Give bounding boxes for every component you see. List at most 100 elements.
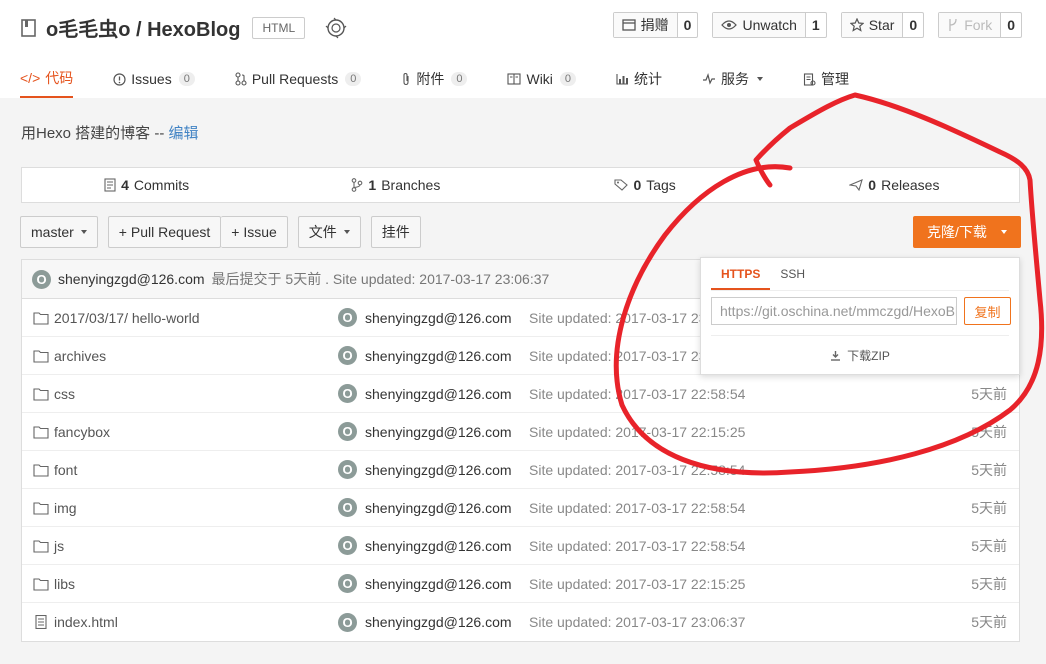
file-name[interactable]: 2017/03/17/ hello-world (54, 310, 200, 326)
copy-url-button[interactable]: 复制 (964, 297, 1011, 325)
avatar[interactable]: O (32, 269, 51, 289)
avatar[interactable]: O (338, 574, 357, 593)
star-label: Star (868, 17, 895, 33)
donate-button[interactable]: 捐赠 0 (612, 12, 699, 38)
tab-https[interactable]: HTTPS (711, 258, 771, 290)
stat-branches[interactable]: 1 Branches (271, 177, 520, 193)
new-pull-request-button[interactable]: + Pull Request (107, 216, 222, 248)
file-commit-message[interactable]: Site updated: 2017-03-17 22:15:25 (529, 576, 745, 592)
repo-icon (21, 18, 36, 37)
avatar[interactable]: O (338, 422, 357, 441)
repo-name[interactable]: o毛毛虫o / HexoBlog (46, 13, 240, 42)
file-name-cell[interactable]: 2017/03/17/ hello-world (33, 310, 200, 326)
tab-services[interactable]: 服务 (702, 60, 764, 98)
chevron-down-icon (757, 77, 764, 81)
tab-ssh[interactable]: SSH (770, 258, 815, 290)
file-time: 5天前 (971, 614, 1007, 630)
edit-description-link[interactable]: 编辑 (169, 125, 199, 142)
issue-icon (113, 72, 126, 86)
file-name[interactable]: font (54, 462, 77, 478)
commits-label: Commits (133, 177, 190, 193)
branch-select[interactable]: master (20, 216, 98, 248)
tab-attachments[interactable]: 附件 0 (401, 60, 468, 98)
file-name[interactable]: fancybox (54, 424, 110, 440)
commit-message[interactable]: . Site updated: 2017-03-17 23:06:37 (325, 271, 549, 287)
file-author[interactable]: shenyingzgd@126.com (365, 500, 512, 516)
file-author[interactable]: shenyingzgd@126.com (365, 462, 512, 478)
avatar[interactable]: O (338, 612, 357, 632)
file-author-cell: Oshenyingzgd@126.com (338, 536, 512, 555)
star-icon (849, 18, 864, 32)
file-menu-button[interactable]: 文件 (297, 216, 361, 248)
tab-manage[interactable]: 管理 (803, 60, 849, 98)
branches-label: Branches (381, 177, 441, 193)
file-commit-message[interactable]: Site updated: 2017-03-17 22:58:54 (529, 500, 745, 516)
stat-releases[interactable]: 0 Releases (770, 177, 1019, 193)
file-name[interactable]: css (54, 386, 75, 402)
avatar[interactable]: O (338, 384, 357, 403)
avatar[interactable]: O (338, 498, 357, 517)
file-name[interactable]: index.html (54, 614, 118, 630)
tab-code[interactable]: </> 代码 (20, 60, 74, 98)
tab-stats[interactable]: 统计 (616, 60, 662, 98)
tab-issues-label: Issues (131, 71, 172, 87)
file-author[interactable]: shenyingzgd@126.com (365, 310, 512, 326)
file-name-cell[interactable]: js (33, 538, 64, 554)
file-name[interactable]: js (54, 538, 64, 554)
unwatch-button[interactable]: Unwatch 1 (712, 12, 827, 38)
star-button[interactable]: Star 0 (840, 12, 925, 38)
widget-button[interactable]: 挂件 (370, 216, 421, 248)
file-name-cell[interactable]: img (33, 500, 77, 516)
file-author[interactable]: shenyingzgd@126.com (365, 576, 512, 592)
file-commit-message[interactable]: Site updated: 2017-03-17 22:15:25 (529, 424, 745, 440)
commits-icon (104, 178, 116, 192)
file-author[interactable]: shenyingzgd@126.com (365, 386, 512, 402)
file-name[interactable]: img (54, 500, 77, 516)
file-author[interactable]: shenyingzgd@126.com (365, 538, 512, 554)
folder-icon (33, 501, 49, 515)
folder-icon (33, 311, 49, 325)
clone-download-button[interactable]: 克隆/下载 (913, 216, 1021, 248)
commits-count: 4 (121, 177, 129, 193)
avatar[interactable]: O (338, 308, 357, 327)
tab-pull-requests-label: Pull Requests (251, 71, 339, 87)
file-author[interactable]: shenyingzgd@126.com (365, 614, 512, 630)
file-commit-message[interactable]: Site updated: 2017-03-17 22:58:54 (529, 462, 745, 478)
file-author[interactable]: shenyingzgd@126.com (365, 348, 512, 364)
donate-count[interactable]: 0 (678, 13, 698, 37)
file-commit-message[interactable]: Site updated: 2017-03-17 22:58:54 (529, 386, 745, 402)
table-row: js Oshenyingzgd@126.com Site updated: 2017… (22, 527, 1019, 565)
file-author[interactable]: shenyingzgd@126.com (365, 424, 512, 440)
new-issue-button[interactable]: + Issue (221, 216, 288, 248)
file-name-cell[interactable]: css (33, 386, 75, 402)
pr-icon (235, 72, 247, 86)
folder-icon (33, 539, 49, 553)
avatar[interactable]: O (338, 536, 357, 555)
fork-button[interactable]: Fork 0 (938, 12, 1022, 38)
clone-url-input[interactable]: https://git.oschina.net/mmczgd/HexoBlog.… (711, 297, 957, 325)
stat-tags[interactable]: 0 Tags (521, 177, 770, 193)
file-name-cell[interactable]: libs (33, 576, 75, 592)
file-name[interactable]: archives (54, 348, 106, 364)
repo-description: 用Hexo 搭建的博客 -- 编辑 (21, 122, 199, 143)
file-name-cell[interactable]: index.html (33, 614, 118, 630)
file-commit-message[interactable]: Site updated: 2017-03-17 22:58:54 (529, 538, 745, 554)
tab-wiki[interactable]: Wiki 0 (507, 60, 577, 98)
avatar[interactable]: O (338, 346, 357, 365)
file-name[interactable]: libs (54, 576, 75, 592)
tab-pull-requests[interactable]: Pull Requests 0 (235, 60, 362, 98)
commit-author[interactable]: shenyingzgd@126.com (58, 271, 205, 287)
avatar[interactable]: O (338, 460, 357, 479)
file-name-cell[interactable]: archives (33, 348, 106, 364)
file-commit-message[interactable]: Site updated: 2017-03-17 23:06:37 (529, 614, 745, 630)
stat-commits[interactable]: 4 Commits (22, 177, 271, 193)
star-count[interactable]: 0 (903, 13, 923, 37)
watch-count[interactable]: 1 (806, 13, 826, 37)
repo-actions: 捐赠 0 Unwatch 1 Star 0 Fork 0 (612, 12, 1022, 38)
file-name-cell[interactable]: fancybox (33, 424, 110, 440)
tab-issues[interactable]: Issues 0 (113, 60, 195, 98)
file-name-cell[interactable]: font (33, 462, 77, 478)
download-zip-link[interactable]: 下载ZIP (701, 347, 1019, 364)
fork-count[interactable]: 0 (1001, 13, 1021, 37)
branches-count: 1 (368, 177, 377, 193)
